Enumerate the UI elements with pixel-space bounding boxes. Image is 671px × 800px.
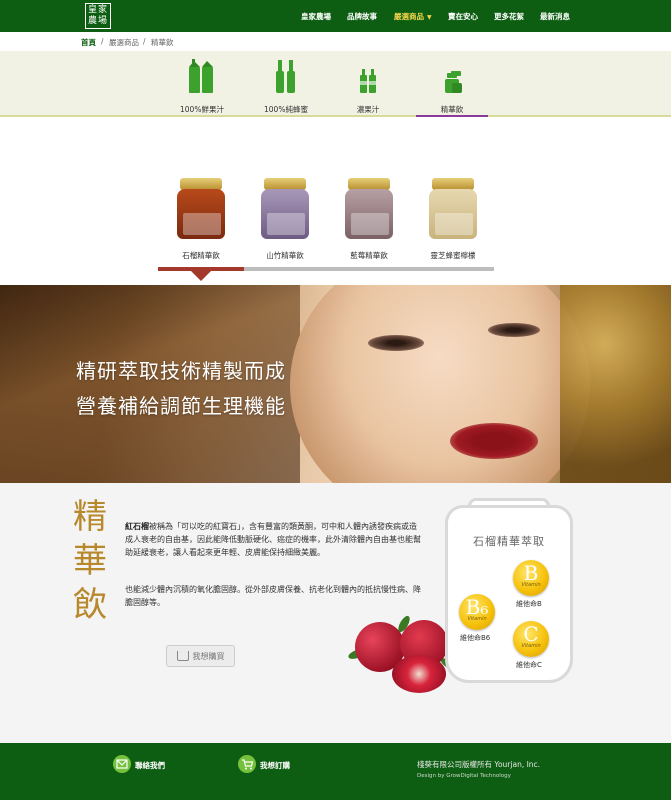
hero-headline-line-1: 精研萃取技術精製而成	[76, 359, 286, 383]
hero-hair-shading	[0, 285, 300, 483]
footer-contact-link[interactable]: 聯絡我們	[135, 760, 165, 771]
hero-lips	[450, 423, 538, 459]
nav-item-safety[interactable]: 賣在安心	[448, 11, 478, 22]
description-highlight: 紅石榴	[125, 522, 149, 531]
hero-eye	[488, 323, 540, 337]
buy-button[interactable]: 我想購買	[166, 645, 235, 667]
category-label: 濃果汁	[356, 105, 380, 114]
vitamin-c-icon: C Vitamin	[513, 621, 549, 657]
description-text: 被稱為「可以吃的紅寶石」，含有豐富的類黃酮，可中和人體內誘發疾病或造成人衰老的自…	[125, 522, 421, 557]
buy-button-label: 我想購買	[192, 651, 225, 661]
vertical-title-char: 華	[73, 541, 107, 581]
category-concentrate[interactable]: 濃果汁	[333, 57, 403, 114]
essence-jars-icon	[445, 71, 462, 93]
footer: 聯絡我們 我想訂購 棧葵有限公司版權所有 Yourjan, Inc. Desig…	[0, 743, 671, 800]
vitamin-b-icon: B Vitamin	[513, 560, 549, 596]
vertical-title-char: 精	[73, 497, 107, 537]
cart-icon-glyph	[242, 759, 254, 770]
jar-label	[351, 213, 389, 235]
vitamin-letter: B₆	[465, 595, 489, 619]
active-pointer-icon	[191, 271, 211, 281]
nav-item-more[interactable]: 更多花絮	[494, 11, 524, 22]
category-label: 100%純蜂蜜	[264, 105, 308, 114]
vitamin-c-label: 維他命C	[516, 661, 542, 669]
vitamin-b6-label: 維他命B6	[460, 634, 491, 642]
vitamin-b-label: 維他命B	[516, 600, 542, 608]
breadcrumb: 首頁 / 嚴選商品 / 精華飲	[0, 32, 671, 50]
breadcrumb-separator: /	[101, 37, 104, 46]
breadcrumb-current: 精華飲	[151, 38, 174, 47]
footer-order-link[interactable]: 我想訂購	[260, 760, 290, 771]
footer-design-credit[interactable]: Design by GrowDigital Technology	[417, 773, 511, 779]
jar-label	[435, 213, 473, 235]
jar-body	[345, 189, 393, 239]
juice-bottles-icon	[189, 59, 213, 93]
category-label: 100%鮮果汁	[180, 105, 224, 114]
concentrate-bottles-icon	[360, 69, 376, 93]
hero-face-image	[290, 285, 590, 483]
category-active-indicator	[416, 115, 488, 117]
vertical-title-char: 飲	[73, 585, 107, 625]
description-paragraph-1: 紅石榴被稱為「可以吃的紅寶石」，含有豐富的類黃酮，可中和人體內誘發疾病或造成人衰…	[125, 520, 423, 559]
jar-label	[183, 213, 221, 235]
nav-item-brand-story[interactable]: 品牌故事	[347, 11, 377, 22]
chevron-down-icon: ▼	[427, 14, 432, 21]
category-juice[interactable]: 100%鮮果汁	[167, 57, 237, 114]
product-name-mangosteen[interactable]: 山竹精華飲	[245, 250, 325, 261]
vitamin-sub: Vitamin	[521, 643, 541, 649]
product-name-pomegranate[interactable]: 石榴精華飲	[161, 250, 241, 261]
breadcrumb-separator: /	[143, 37, 146, 46]
hero-banner	[0, 285, 671, 483]
jar-label	[267, 213, 305, 235]
mail-icon-glyph	[116, 759, 128, 769]
vitamin-sub: Vitamin	[521, 582, 541, 588]
vitamin-b6-icon: B₆ Vitamin	[459, 594, 495, 630]
nav-item-news[interactable]: 最新消息	[540, 11, 570, 22]
category-label: 精華飲	[440, 105, 464, 114]
vitamin-letter: B	[523, 561, 539, 585]
honey-bottles-icon	[276, 60, 295, 93]
brand-logo[interactable]: 皇家農場	[85, 3, 111, 29]
hero-eye	[368, 335, 424, 351]
bottle-infographic-title: 石榴精華萃取	[473, 535, 545, 548]
nav-item-products[interactable]: 嚴選商品 ▼	[394, 11, 432, 22]
footer-copyright: 棧葵有限公司版權所有 Yourjan, Inc.	[417, 760, 541, 769]
hero-headline-line-2: 營養補給調節生理機能	[76, 394, 286, 418]
cart-icon	[176, 651, 189, 661]
product-tab-track	[244, 267, 494, 271]
nav-item-products-label: 嚴選商品	[394, 12, 424, 21]
mail-icon[interactable]	[113, 755, 131, 773]
breadcrumb-products[interactable]: 嚴選商品	[109, 37, 139, 48]
description-paragraph-2: 也能減少體內沉積的氧化膽固醇。從外部皮膚保養、抗老化到體內的抵抗慢性病、降膽固醇…	[125, 585, 421, 607]
vitamin-sub: Vitamin	[467, 616, 487, 622]
category-essence[interactable]: 精華飲	[417, 57, 487, 114]
bottle-infographic	[445, 505, 573, 683]
vitamin-letter: C	[523, 622, 539, 646]
product-name-blueberry[interactable]: 藍莓精華飲	[329, 250, 409, 261]
cart-icon[interactable]	[238, 755, 256, 773]
hero-gold-flowers	[560, 285, 671, 483]
jar-body	[261, 189, 309, 239]
category-honey[interactable]: 100%純蜂蜜	[251, 57, 321, 114]
product-name-lingzhi[interactable]: 靈芝蜂蜜檸檬	[413, 250, 493, 261]
nav-item-royal-farm[interactable]: 皇家農場	[301, 11, 331, 22]
pomegranate-half	[392, 655, 446, 693]
breadcrumb-home[interactable]: 首頁	[81, 37, 96, 48]
top-nav-bar: 皇家農場 皇家農場 品牌故事 嚴選商品 ▼ 賣在安心 更多花絮 最新消息	[0, 0, 671, 32]
jar-body	[429, 189, 477, 239]
jar-body	[177, 189, 225, 239]
